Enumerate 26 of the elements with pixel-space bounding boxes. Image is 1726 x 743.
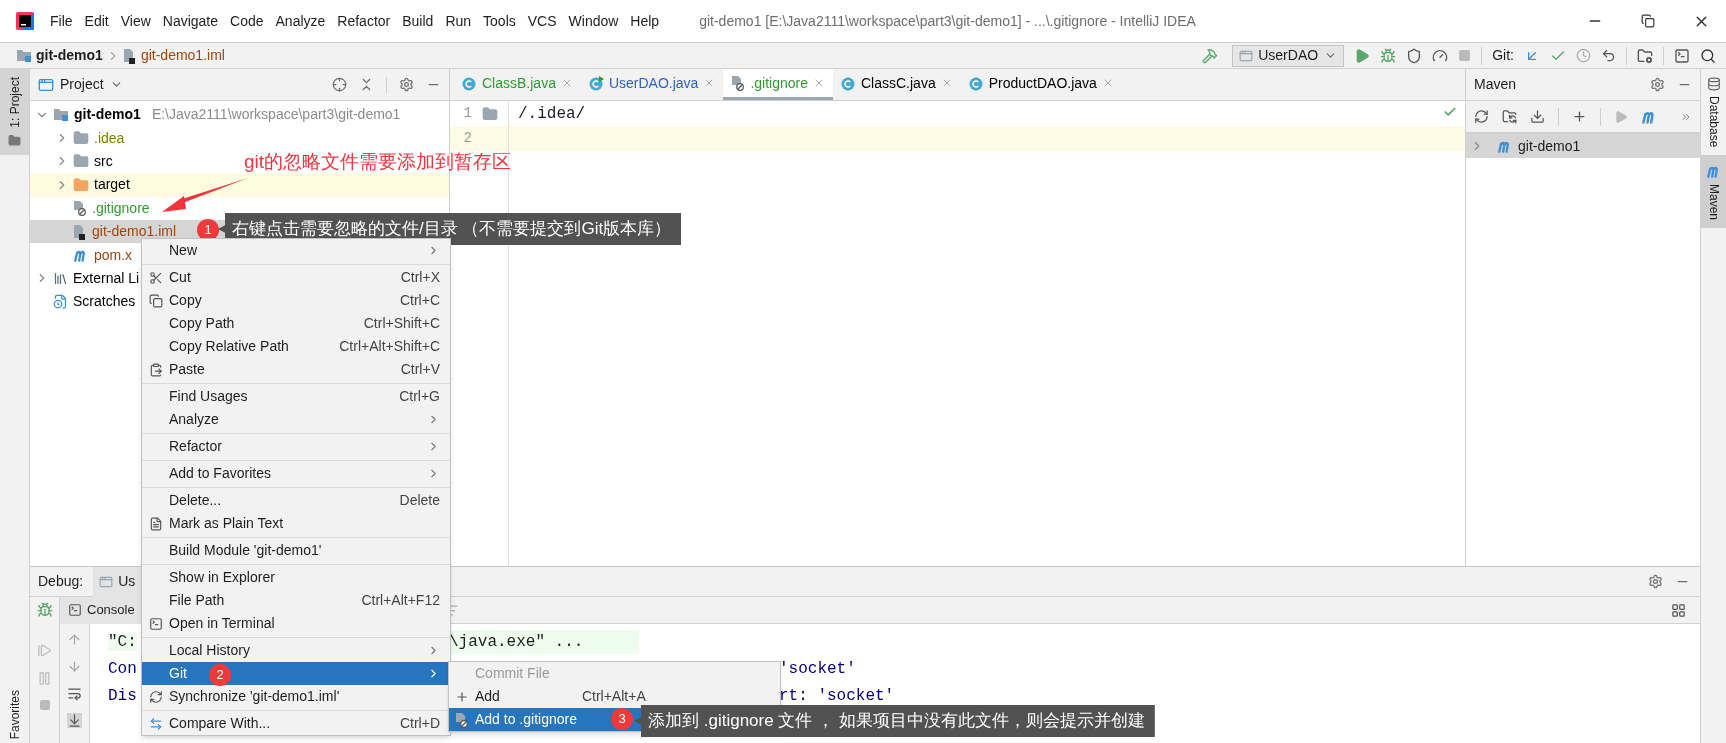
console-line: Con — [108, 659, 137, 678]
line-number: 1 — [462, 104, 472, 123]
panel-title: Project — [60, 75, 104, 94]
shortcut-label: Ctrl+C — [399, 291, 440, 310]
shortcut-label: Ctrl+X — [400, 268, 440, 287]
shortcut-label: Ctrl+Alt+Shift+C — [339, 337, 440, 356]
line-number: 2 — [462, 129, 472, 148]
console-line: 'socket' — [779, 658, 856, 680]
console-line: rt: 'socket' — [779, 685, 895, 707]
shortcut-label: Ctrl+D — [399, 714, 440, 733]
shortcut-label: Ctrl+G — [399, 387, 440, 406]
shortcut-label: Ctrl+Alt+A — [581, 687, 646, 706]
path-label: E:\Java2111\workspace\part3\git-demo1 — [151, 105, 401, 125]
shortcut-label: Ctrl+Shift+C — [363, 314, 440, 333]
git-label: Git: — [1492, 46, 1514, 65]
callout-tooltip: 右键点击需要忽略的文件/目录 （不需要提交到Git版本库） — [218, 213, 682, 245]
code-text: /.idea/ — [518, 103, 586, 125]
callout-tooltip: 添加到 .gitignore 文件 ， 如果项目中没有此文件，则会提示并创建 — [634, 705, 1155, 737]
shortcut-label: Ctrl+Alt+F12 — [361, 591, 440, 610]
window-title: git-demo1 [E:\Java2111\workspace\part3\git-demo1] - ...\.gitignore - IntelliJ IDEA — [699, 11, 1196, 31]
annotation-text: git的忽略文件需要添加到暂存区 — [244, 150, 512, 174]
panel-title: Debug: — [38, 572, 84, 591]
shortcut-label: Ctrl+V — [400, 360, 440, 379]
panel-title: Maven — [1474, 75, 1517, 94]
console-line: Dis — [108, 686, 137, 705]
shortcut-label: Delete — [399, 491, 440, 510]
